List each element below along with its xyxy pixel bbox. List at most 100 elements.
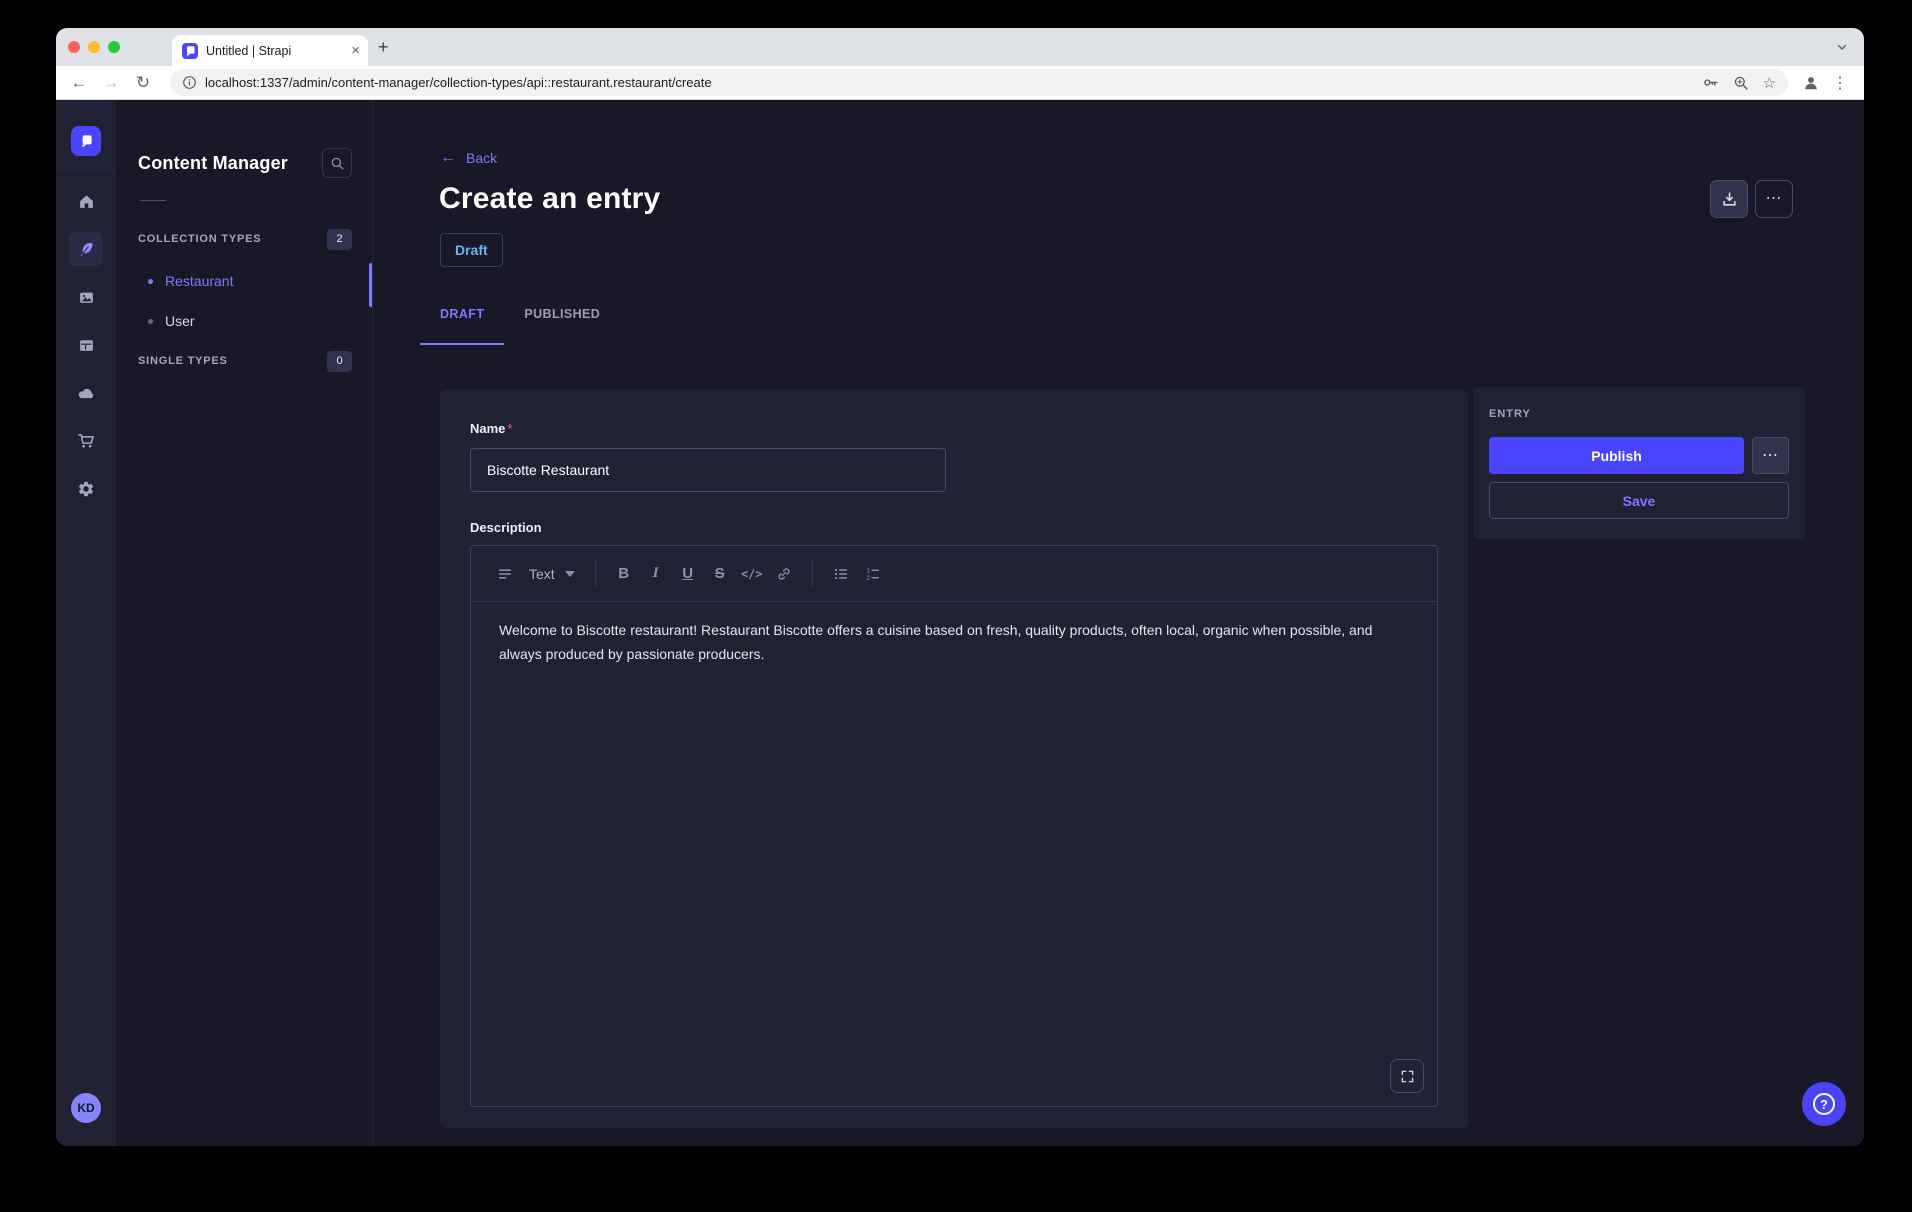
zoom-page-icon[interactable] (1733, 75, 1749, 91)
browser-window: Untitled | Strapi × + ← → ↻ localhost:13… (56, 28, 1864, 1146)
back-link[interactable]: ← Back (440, 150, 497, 166)
browser-tabstrip: Untitled | Strapi × + (56, 28, 1864, 66)
browser-back-icon[interactable]: ← (66, 70, 92, 96)
svg-text:2: 2 (866, 574, 870, 581)
tab-title: Untitled | Strapi (206, 44, 343, 58)
link-button[interactable] (768, 558, 800, 590)
export-button[interactable] (1710, 180, 1748, 218)
subnav-title: Content Manager (138, 153, 288, 174)
single-types-label: SINGLE TYPES (138, 355, 228, 367)
bold-button[interactable]: B (608, 558, 640, 590)
user-avatar[interactable]: KD (71, 1093, 101, 1123)
collection-types-count: 2 (327, 229, 352, 250)
browser-forward-icon[interactable]: → (98, 70, 124, 96)
help-button[interactable]: ? (1802, 1082, 1846, 1126)
browser-toolbar: ← → ↻ localhost:1337/admin/content-manag… (56, 66, 1864, 100)
code-icon: </> (741, 567, 763, 581)
required-asterisk: * (507, 421, 512, 436)
sidebar-item-user[interactable]: User (138, 301, 352, 341)
numbered-list-button[interactable]: 12 (857, 558, 889, 590)
status-badge: Draft (440, 233, 503, 267)
text-style-dropdown[interactable]: Text (521, 566, 583, 582)
svg-text:1: 1 (866, 567, 870, 574)
header-more-button[interactable]: ⋯ (1755, 180, 1793, 218)
entry-more-button[interactable]: ⋯ (1752, 437, 1789, 474)
description-textarea[interactable]: Welcome to Biscotte restaurant! Restaura… (471, 602, 1437, 1106)
more-icon: ⋯ (1766, 191, 1783, 207)
more-icon: ⋯ (1762, 448, 1779, 464)
subnav-divider (140, 200, 166, 201)
content-manager-subnav: Content Manager COLLECTION TYPES 2 Resta… (116, 100, 373, 1146)
sidebar-item-label: User (165, 313, 195, 329)
back-label: Back (466, 150, 497, 166)
collection-types-label: COLLECTION TYPES (138, 233, 261, 245)
code-button[interactable]: </> (736, 558, 768, 590)
entry-panel-title: ENTRY (1489, 408, 1789, 420)
zoom-window-button[interactable] (108, 41, 120, 53)
tab-draft[interactable]: DRAFT (420, 303, 504, 345)
expand-editor-button[interactable] (1390, 1059, 1424, 1093)
url-text[interactable]: localhost:1337/admin/content-manager/col… (205, 75, 1688, 90)
active-item-indicator (369, 263, 372, 307)
bulleted-list-button[interactable] (825, 558, 857, 590)
entry-panel: ENTRY Publish ⋯ Save (1473, 387, 1805, 539)
home-icon[interactable] (69, 184, 103, 218)
profile-icon[interactable] (1802, 74, 1820, 92)
new-tab-button[interactable]: + (378, 37, 389, 58)
tab-published[interactable]: PUBLISHED (504, 303, 620, 345)
browser-tab[interactable]: Untitled | Strapi × (172, 35, 368, 66)
text-style-value: Text (529, 566, 555, 582)
page-title: Create an entry (439, 182, 660, 216)
content-type-builder-icon[interactable] (69, 328, 103, 362)
name-input[interactable] (470, 448, 946, 492)
site-info-icon[interactable] (182, 75, 197, 90)
description-label: Description (470, 520, 1438, 535)
strapi-favicon (182, 43, 198, 59)
italic-icon: I (653, 565, 659, 582)
strikethrough-button[interactable]: S (704, 558, 736, 590)
rail-divider (56, 169, 116, 170)
bullet-dot (148, 319, 153, 324)
content-manager-icon[interactable] (69, 232, 103, 266)
browser-menu-icon[interactable]: ⋮ (1832, 73, 1848, 93)
name-label: Name (470, 421, 505, 436)
editor-toolbar: Text B I U S </> (471, 546, 1437, 602)
italic-button[interactable]: I (640, 558, 672, 590)
settings-gear-icon[interactable] (69, 472, 103, 506)
underline-button[interactable]: U (672, 558, 704, 590)
sidebar-item-label: Restaurant (165, 273, 233, 289)
save-button[interactable]: Save (1489, 482, 1789, 519)
underline-icon: U (682, 565, 693, 582)
nav-rail: KD (56, 100, 116, 1146)
browser-reload-icon[interactable]: ↻ (130, 70, 156, 96)
tab-search-chevron-icon[interactable] (1836, 41, 1848, 53)
back-arrow-icon: ← (440, 150, 456, 166)
search-button[interactable] (322, 148, 352, 178)
marketplace-cart-icon[interactable] (69, 424, 103, 458)
toolbar-separator (812, 561, 813, 587)
chevron-down-icon (565, 571, 575, 577)
password-key-icon[interactable] (1702, 74, 1719, 91)
tab-close-icon[interactable]: × (351, 43, 360, 58)
strapi-app: KD Content Manager COLLECTION TYPES 2 Re… (56, 100, 1864, 1146)
close-window-button[interactable] (68, 41, 80, 53)
paragraph-style-icon[interactable] (489, 558, 521, 590)
single-types-count: 0 (327, 351, 352, 372)
publish-button[interactable]: Publish (1489, 437, 1744, 474)
help-icon: ? (1813, 1093, 1835, 1115)
traffic-lights (68, 41, 120, 53)
address-bar[interactable]: localhost:1337/admin/content-manager/col… (170, 69, 1788, 96)
strapi-logo[interactable] (71, 126, 101, 156)
toolbar-separator (595, 561, 596, 587)
entry-form-card: Name* Description Text B (440, 390, 1468, 1128)
bullet-dot (148, 279, 153, 284)
rich-text-editor: Text B I U S </> (470, 545, 1438, 1107)
version-tabs: DRAFT PUBLISHED (420, 303, 620, 345)
media-library-icon[interactable] (69, 280, 103, 314)
strikethrough-icon: S (715, 565, 725, 582)
cloud-icon[interactable] (69, 376, 103, 410)
minimize-window-button[interactable] (88, 41, 100, 53)
bookmark-star-icon[interactable]: ☆ (1763, 74, 1776, 92)
main-content: ← Back Create an entry ⋯ Draft DRAFT PUB… (373, 100, 1864, 1146)
sidebar-item-restaurant[interactable]: Restaurant (138, 261, 352, 301)
